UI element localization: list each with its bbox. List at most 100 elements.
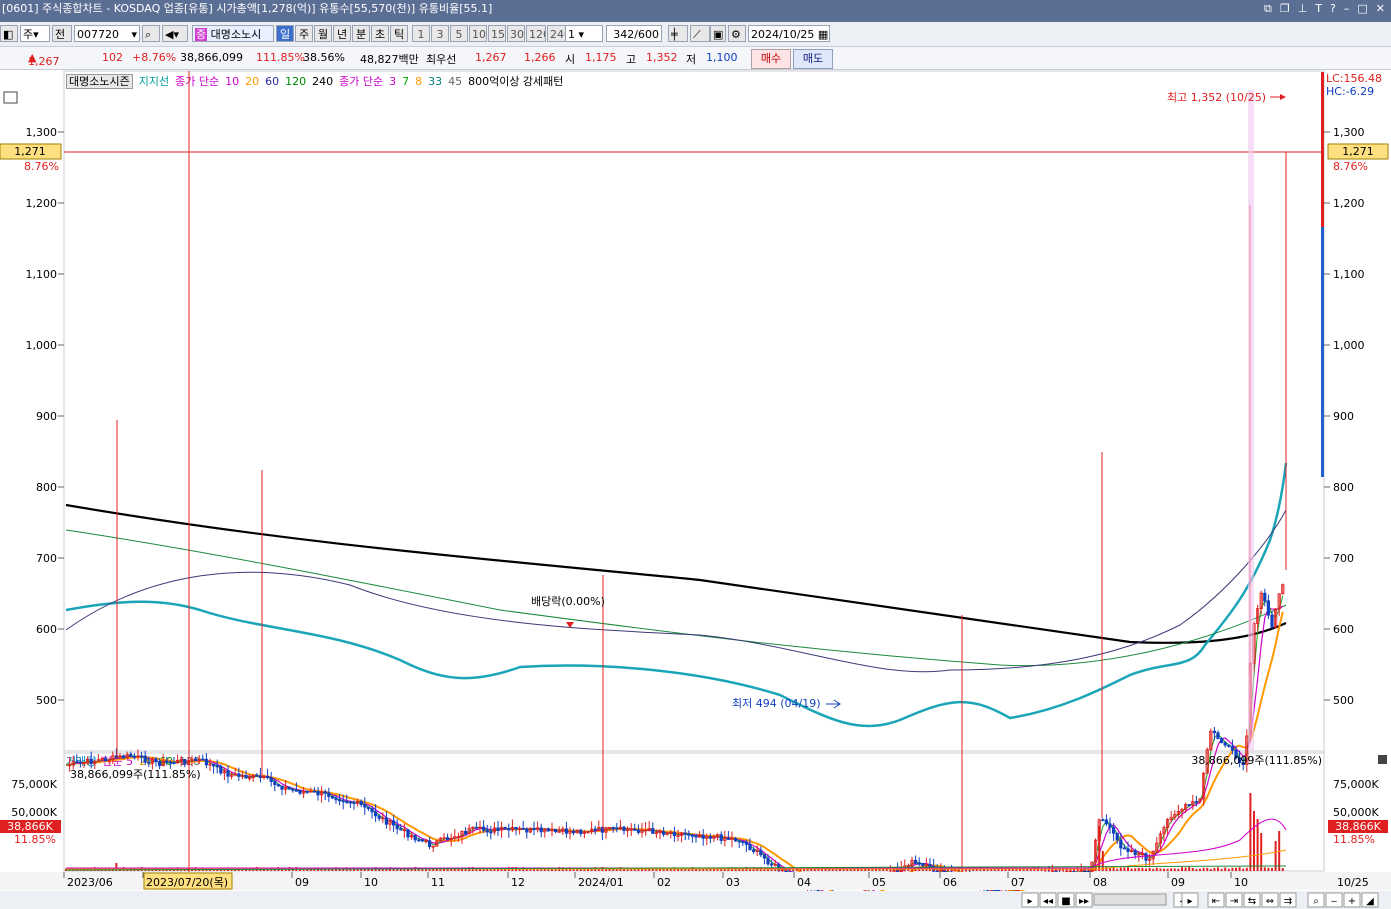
candle-body xyxy=(215,765,219,768)
help-icon[interactable]: ? xyxy=(1330,0,1336,18)
type-badge: 증 xyxy=(195,28,208,41)
nav-icon: ⇤ xyxy=(1212,896,1220,907)
candle-body xyxy=(427,840,432,847)
volume-bar xyxy=(1116,868,1119,871)
y-tick-label-right: 1,200 xyxy=(1333,197,1365,210)
minute-tab-5[interactable]: 5 xyxy=(450,25,468,42)
volume-bar xyxy=(1238,867,1241,871)
candle-body xyxy=(323,791,327,794)
volume-bar xyxy=(1109,868,1111,871)
x-tick-label: 11 xyxy=(431,876,445,889)
market-select[interactable]: 주▾ xyxy=(20,25,50,42)
minute-tab-3[interactable]: 3 xyxy=(431,25,449,42)
search-icon[interactable]: ⌕ xyxy=(142,25,160,42)
volume-bar xyxy=(1195,868,1198,871)
volume-bar xyxy=(1202,867,1205,871)
menu-icon[interactable]: ◧ xyxy=(0,25,18,42)
x-tick-label: 02 xyxy=(657,876,671,889)
volume-bar xyxy=(1134,868,1137,871)
candle-body xyxy=(201,758,205,761)
minute-tab-120[interactable]: 120 xyxy=(526,25,546,42)
x-tick-label: 09 xyxy=(1171,876,1185,889)
high-label: 고 xyxy=(626,53,637,66)
pane-close-icon[interactable] xyxy=(1378,755,1387,764)
y-tick-label-right: 900 xyxy=(1333,410,1354,423)
period-tab-4[interactable]: 분 xyxy=(352,25,370,42)
code-input[interactable]: 007720 ▾ xyxy=(74,25,140,42)
candle-body xyxy=(273,781,277,785)
y-tick-label-right: 700 xyxy=(1333,552,1354,565)
period-tab-5[interactable]: 초 xyxy=(371,25,389,42)
candle-body xyxy=(294,789,299,792)
x-tick-label: 10 xyxy=(364,876,378,889)
grid-icon[interactable] xyxy=(3,91,18,104)
candle-body xyxy=(157,761,162,767)
candle-body xyxy=(496,827,500,831)
nav-icon: ⌕ xyxy=(1313,896,1319,907)
highlight-band xyxy=(1248,90,1254,751)
count-field[interactable]: 342/600 xyxy=(606,25,662,42)
candle-body xyxy=(276,784,281,787)
y-tick-label-left: 600 xyxy=(36,623,57,636)
gear-icon[interactable]: ⚙ xyxy=(728,25,746,42)
candle-body xyxy=(327,792,331,797)
link-icon[interactable]: ⧉ xyxy=(1264,0,1272,18)
candle-body xyxy=(1230,745,1234,751)
volume-bar xyxy=(1170,868,1173,871)
volume-info-right: 38,866,099주(111.85%) xyxy=(1191,754,1322,767)
low-annotation: 최저 494 (04/19) xyxy=(732,697,821,710)
minute-tab-10[interactable]: 10 xyxy=(469,25,487,42)
range-button[interactable]: 전 xyxy=(52,25,72,42)
high-annotation: 최고 1,352 (10/25) xyxy=(1167,91,1266,104)
close-icon[interactable]: ✕ xyxy=(1376,0,1385,18)
volume-bar xyxy=(1177,868,1180,871)
candle-body xyxy=(384,817,389,825)
candle-body xyxy=(1220,738,1224,743)
range-bar-down xyxy=(1321,227,1324,477)
candle-body xyxy=(539,827,543,833)
period-tab-0[interactable]: 일 xyxy=(276,25,294,42)
minute-tab-1[interactable]: 1 xyxy=(412,25,430,42)
candle-body xyxy=(413,835,417,841)
candle-body xyxy=(1108,823,1112,828)
candle-body xyxy=(1112,827,1116,834)
volume-bar xyxy=(1159,868,1162,871)
candle-body xyxy=(701,834,705,839)
candle-body xyxy=(554,828,558,833)
volume-bar xyxy=(1141,867,1144,871)
interval-select[interactable]: 1 ▾ xyxy=(565,25,603,42)
volume-bar xyxy=(1209,868,1212,871)
pin-icon[interactable]: ⊥ xyxy=(1298,0,1308,18)
minute-tab-30[interactable]: 30 xyxy=(507,25,525,42)
minimize-icon[interactable]: – xyxy=(1344,0,1350,18)
volume-info-left: 38,866,099주(111.85%) xyxy=(70,768,201,781)
candle-body xyxy=(694,835,698,838)
volume-bar xyxy=(1152,868,1155,871)
candle-body xyxy=(463,830,468,835)
restore-icon[interactable]: ❐ xyxy=(1280,0,1290,18)
price-chart[interactable]: 1,300 1,300 1,200 1,200 1,100 1,100 1,000 1,000… xyxy=(0,70,1391,909)
period-tab-2[interactable]: 월 xyxy=(314,25,332,42)
y-tick-label-left: 1,200 xyxy=(26,197,58,210)
zoom-slider[interactable] xyxy=(1093,893,1167,906)
low-arrow-icon xyxy=(826,699,841,709)
calendar-icon[interactable]: ▦ xyxy=(818,28,828,41)
line-icon[interactable]: ⟋ xyxy=(690,25,710,42)
maximize-icon[interactable]: □ xyxy=(1357,0,1367,18)
period-tab-1[interactable]: 주 xyxy=(295,25,313,42)
x-tick-label: 07 xyxy=(1011,876,1025,889)
text-icon[interactable]: T xyxy=(1315,0,1322,18)
x-tick-label: 10 xyxy=(1234,876,1248,889)
speaker-icon[interactable]: ◀▾ xyxy=(162,25,188,42)
period-tab-6[interactable]: 틱 xyxy=(390,25,408,42)
date-field[interactable]: 2024/10/25 ▦ xyxy=(748,25,830,42)
best-ask-label: 최우선 xyxy=(426,53,457,66)
buy-button[interactable]: 매수 xyxy=(751,49,791,69)
candle-icon[interactable]: ╪ xyxy=(668,25,688,42)
minute-tab-15[interactable]: 15 xyxy=(488,25,506,42)
save-icon[interactable]: ▣ xyxy=(710,25,726,42)
minute-tab-240[interactable]: 240 xyxy=(547,25,567,42)
period-tab-3[interactable]: 년 xyxy=(333,25,351,42)
sell-button[interactable]: 매도 xyxy=(793,49,833,69)
candle-body xyxy=(672,831,677,837)
